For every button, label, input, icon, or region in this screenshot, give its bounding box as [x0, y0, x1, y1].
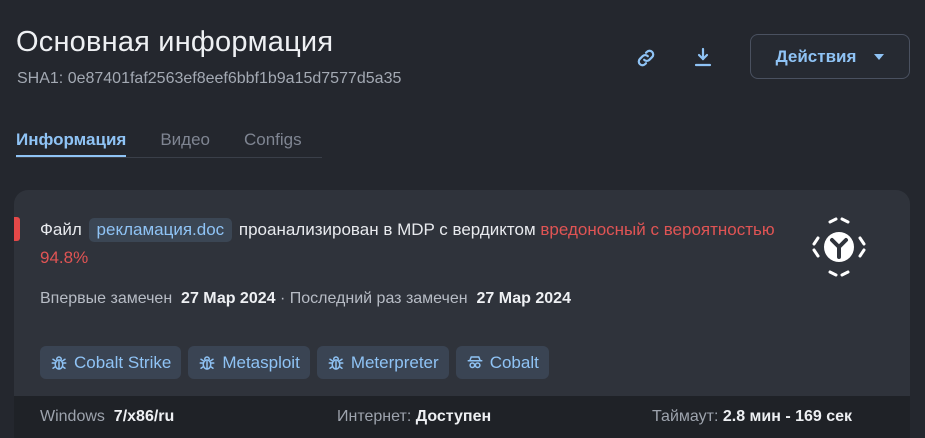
- tag-label: Metasploit: [222, 352, 300, 372]
- actions-label: Действия: [775, 46, 857, 66]
- internet-value: Доступен: [415, 408, 492, 425]
- environment-footer: Windows 7/x86/ru Интернет: Доступен Тайм…: [14, 396, 910, 438]
- first-seen-date: 27 Мар 2024: [181, 290, 276, 307]
- last-seen-date: 27 Мар 2024: [476, 290, 571, 307]
- os-value: 7/x86/ru: [113, 408, 175, 425]
- analysis-card: Файл рекламация.doc проанализирован в MD…: [14, 190, 910, 438]
- last-seen-label: Последний раз замечен: [289, 290, 468, 307]
- seen-separator: ·: [279, 290, 286, 307]
- spy-icon: [466, 354, 484, 372]
- bug-icon: [198, 354, 216, 372]
- download-icon[interactable]: [690, 44, 716, 70]
- threat-tags: Cobalt Strike Metasploit Meterpreter Cob…: [40, 346, 549, 379]
- tag-label: Cobalt Strike: [74, 352, 172, 372]
- bug-icon: [327, 354, 345, 372]
- os-info: Windows 7/x86/ru: [40, 408, 174, 426]
- tag-metasploit[interactable]: Metasploit: [188, 346, 310, 379]
- seen-dates: Впервые замечен 27 Мар 2024 · Последний …: [40, 290, 571, 308]
- tab-video[interactable]: Видео: [160, 130, 210, 157]
- timeout-value: 2.8 мин - 169 сек: [722, 408, 853, 425]
- link-icon[interactable]: [633, 45, 659, 71]
- verdict-text: Файл рекламация.doc проанализирован в MD…: [40, 216, 780, 272]
- tag-cobalt[interactable]: Cobalt: [455, 346, 549, 379]
- file-name-chip[interactable]: рекламация.doc: [88, 218, 233, 242]
- tab-bar: Информация Видео Configs: [16, 130, 322, 158]
- tag-cobalt-strike[interactable]: Cobalt Strike: [40, 346, 182, 379]
- internet-info: Интернет: Доступен: [337, 408, 491, 426]
- actions-dropdown-button[interactable]: Действия: [750, 34, 910, 79]
- verdict-prefix: Файл: [40, 220, 82, 239]
- tag-label: Cobalt: [489, 352, 539, 372]
- verdict-middle: проанализирован в MDP с вердиктом: [238, 220, 536, 239]
- caret-down-icon: [874, 53, 885, 60]
- timeout-label: Таймаут:: [652, 408, 719, 425]
- internet-label: Интернет:: [337, 408, 412, 425]
- bug-icon: [50, 354, 68, 372]
- mdp-sandbox-logo-icon: [808, 216, 870, 278]
- os-label: Windows: [40, 408, 105, 425]
- first-seen-label: Впервые замечен: [40, 290, 173, 307]
- verdict-severity-indicator: [14, 217, 20, 241]
- tab-configs[interactable]: Configs: [244, 130, 302, 157]
- tab-info[interactable]: Информация: [16, 130, 127, 157]
- tag-label: Meterpreter: [350, 352, 439, 372]
- page-title: Основная информация: [16, 26, 334, 58]
- sha1-hash: SHA1: 0e87401faf2563ef8eef6bbf1b9a15d757…: [17, 70, 402, 87]
- timeout-info: Таймаут: 2.8 мин - 169 сек: [652, 408, 852, 426]
- tag-meterpreter[interactable]: Meterpreter: [316, 346, 449, 379]
